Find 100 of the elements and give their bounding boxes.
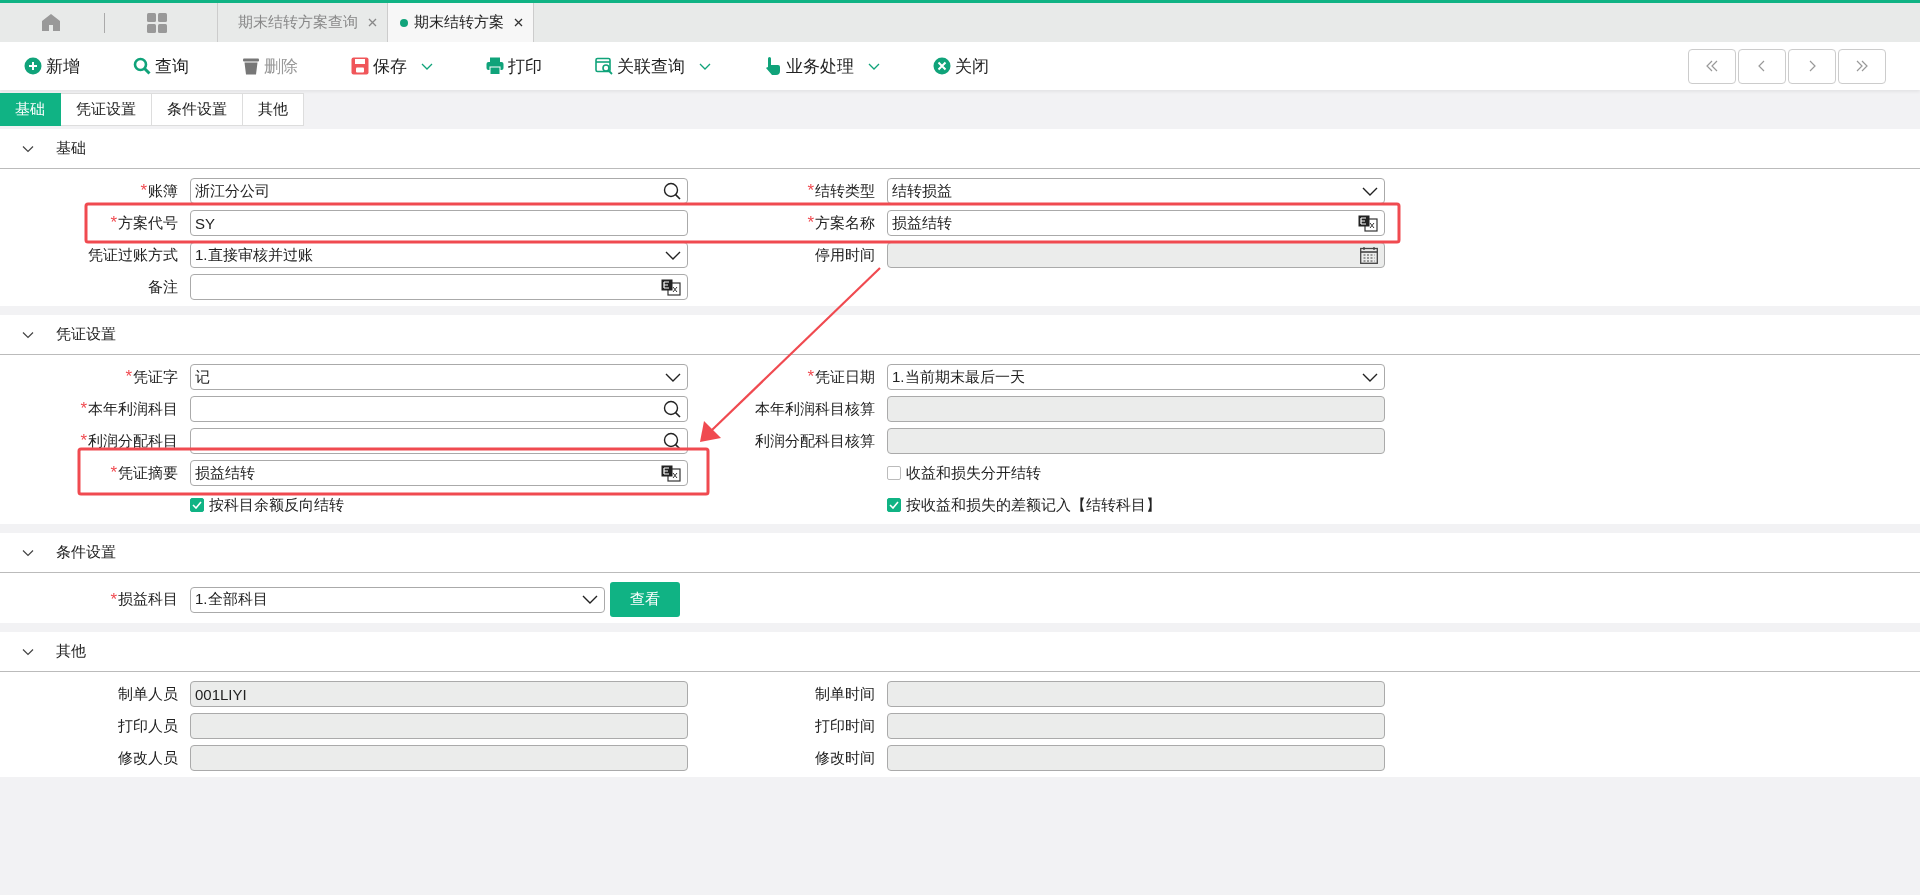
- field-label: 凭证摘要: [118, 463, 178, 483]
- chevron-down-icon[interactable]: [1362, 372, 1378, 382]
- section-title: 凭证设置: [56, 325, 116, 344]
- checkbox-label: 收益和损失分开结转: [906, 463, 1041, 483]
- toolbar-button[interactable]: 新增: [24, 54, 80, 78]
- page-tab[interactable]: 期末结转方案: [388, 3, 534, 42]
- close-icon[interactable]: [514, 18, 523, 27]
- select-field[interactable]: 记: [190, 364, 688, 390]
- field-label: 利润分配科目: [88, 431, 178, 451]
- required-asterisk: *: [807, 213, 814, 233]
- translate-icon[interactable]: [661, 278, 681, 296]
- required-asterisk: *: [125, 367, 132, 387]
- input-field[interactable]: 损益结转: [887, 210, 1385, 236]
- required-asterisk: *: [80, 431, 87, 451]
- field-label: 方案名称: [815, 213, 875, 233]
- chevron-down-icon[interactable]: [582, 595, 598, 604]
- field-label: 打印时间: [815, 716, 875, 736]
- calendar-icon[interactable]: [1360, 246, 1378, 264]
- input-field[interactable]: [887, 396, 1385, 422]
- required-asterisk: *: [807, 367, 814, 387]
- form-tab[interactable]: 条件设置: [152, 93, 243, 126]
- grid-icon[interactable]: [147, 12, 167, 33]
- input-field[interactable]: [190, 745, 688, 771]
- pager-button[interactable]: [1788, 48, 1836, 84]
- chevron-down-icon[interactable]: [1362, 186, 1378, 196]
- section-title: 基础: [56, 139, 86, 158]
- toolbar-button[interactable]: 关联查询: [595, 54, 711, 78]
- pointing-hand-icon: [764, 57, 782, 75]
- select-field[interactable]: 1.全部科目: [190, 586, 605, 613]
- input-field[interactable]: [190, 274, 688, 300]
- field-label: 利润分配科目核算: [755, 431, 875, 451]
- date-field[interactable]: [887, 242, 1385, 268]
- pager-button[interactable]: [1838, 48, 1886, 84]
- translate-icon[interactable]: [1358, 214, 1378, 232]
- input-field[interactable]: SY: [190, 210, 688, 236]
- field-label: 结转类型: [815, 181, 875, 201]
- chevron-down-icon: [868, 62, 880, 70]
- form-tab[interactable]: 其他: [243, 93, 304, 126]
- translate-icon[interactable]: [661, 464, 681, 482]
- field-label: 凭证日期: [815, 367, 875, 387]
- toolbar-button[interactable]: 关闭: [933, 54, 989, 78]
- toolbar-button[interactable]: 打印: [486, 54, 542, 78]
- input-field[interactable]: 损益结转: [190, 460, 688, 486]
- input-field[interactable]: [887, 713, 1385, 739]
- search-icon[interactable]: [663, 432, 681, 450]
- checkbox[interactable]: [887, 466, 901, 480]
- field-label: 备注: [148, 277, 178, 297]
- printer-icon: [486, 57, 504, 75]
- chevron-down-icon: [421, 62, 433, 70]
- input-field[interactable]: 浙江分公司: [190, 178, 688, 204]
- search-icon[interactable]: [663, 400, 681, 418]
- field-label: 本年利润科目核算: [755, 399, 875, 419]
- input-field[interactable]: [190, 396, 688, 422]
- field-label: 制单时间: [815, 684, 875, 704]
- field-label: 停用时间: [815, 245, 875, 265]
- toolbar-button[interactable]: 保存: [351, 54, 433, 78]
- plus-circle-icon: [24, 57, 42, 75]
- input-field[interactable]: [887, 681, 1385, 707]
- section-title: 其他: [56, 642, 86, 661]
- toolbar-button[interactable]: 业务处理: [764, 54, 880, 78]
- select-field[interactable]: 1.当前期末最后一天: [887, 364, 1385, 390]
- field-label: 凭证字: [133, 367, 178, 387]
- field-label: 账簿: [148, 181, 178, 201]
- required-asterisk: *: [80, 399, 87, 419]
- field-label: 打印人员: [118, 716, 178, 736]
- window-search-icon: [595, 57, 613, 75]
- status-dot: [400, 18, 408, 27]
- field-label: 制单人员: [118, 684, 178, 704]
- required-asterisk: *: [110, 589, 117, 610]
- input-field[interactable]: [887, 428, 1385, 454]
- form-tab[interactable]: 凭证设置: [61, 93, 152, 126]
- required-asterisk: *: [807, 181, 814, 201]
- input-field[interactable]: [887, 745, 1385, 771]
- required-asterisk: *: [110, 213, 117, 233]
- toolbar-button[interactable]: 查询: [133, 54, 189, 78]
- chevron-down-icon[interactable]: [665, 250, 681, 260]
- pager-button[interactable]: [1738, 48, 1786, 84]
- field-label: 修改时间: [815, 748, 875, 768]
- input-field[interactable]: [190, 713, 688, 739]
- checkbox-label: 按收益和损失的差额记入【结转科目】: [906, 495, 1161, 515]
- select-field[interactable]: 1.直接审核并过账: [190, 242, 688, 268]
- search-icon[interactable]: [663, 182, 681, 200]
- required-asterisk: *: [140, 181, 147, 201]
- search-icon: [133, 57, 151, 75]
- trash-icon: [242, 57, 260, 75]
- field-label: 本年利润科目: [88, 399, 178, 419]
- checkbox-label: 按科目余额反向结转: [209, 495, 344, 515]
- chevron-down-icon: [699, 62, 711, 70]
- field-label: 损益科目: [118, 590, 178, 609]
- input-field[interactable]: 001LIYI: [190, 681, 688, 707]
- home-icon[interactable]: [42, 14, 60, 31]
- checkbox[interactable]: [190, 498, 204, 512]
- close-icon: [933, 57, 951, 75]
- section-title: 条件设置: [56, 543, 116, 562]
- pager-button[interactable]: [1688, 48, 1736, 84]
- select-field[interactable]: 结转损益: [887, 178, 1385, 204]
- checkbox[interactable]: [887, 498, 901, 512]
- field-label: 修改人员: [118, 748, 178, 768]
- chevron-down-icon[interactable]: [665, 372, 681, 382]
- field-label: 凭证过账方式: [88, 245, 178, 265]
